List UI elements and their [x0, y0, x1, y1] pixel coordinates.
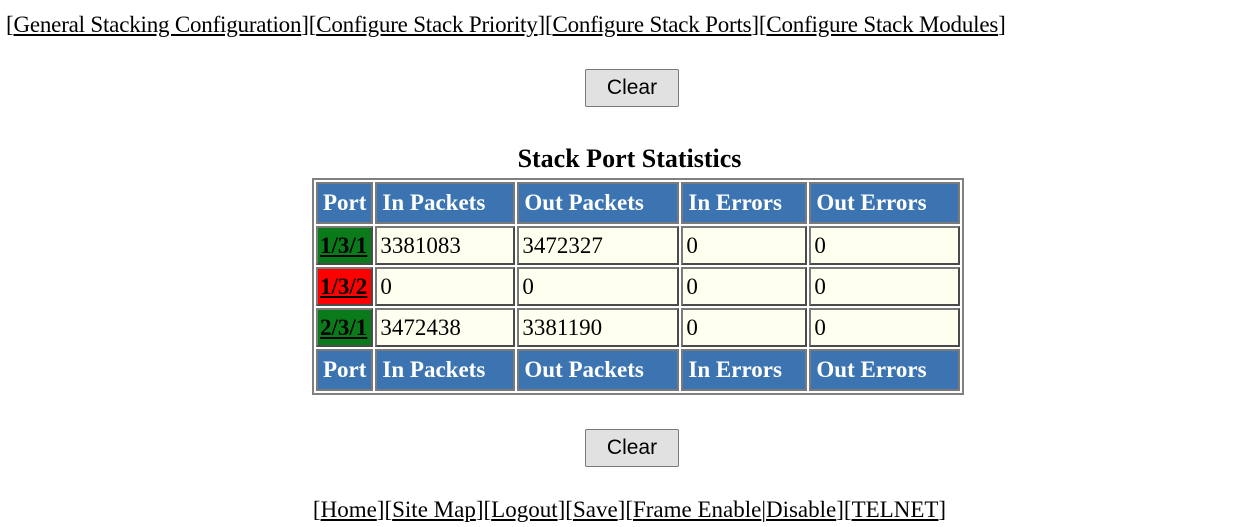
configure-stack-priority-link[interactable]: Configure Stack Priority [316, 12, 538, 37]
table-row: 1/3/1 3381083 3472327 0 0 [316, 226, 961, 265]
port-link[interactable]: 1/3/1 [320, 233, 367, 258]
header-in-packets: In Packets [375, 182, 516, 224]
header-out-errors: Out Errors [809, 182, 961, 224]
bottom-nav: [Home][Site Map][Logout][Save][Frame Ena… [312, 497, 947, 522]
table-row: 1/3/2 0 0 0 0 [316, 267, 961, 306]
in-errors-cell: 0 [681, 267, 808, 306]
site-map-link[interactable]: Site Map [392, 497, 476, 522]
table-row: 2/3/1 3472438 3381190 0 0 [316, 308, 961, 347]
port-link[interactable]: 2/3/1 [320, 315, 367, 340]
footer-in-errors: In Errors [681, 349, 808, 391]
save-link[interactable]: Save [573, 497, 618, 522]
out-errors-cell: 0 [809, 308, 961, 347]
clear-button-bottom[interactable]: Clear [585, 429, 679, 467]
in-errors-cell: 0 [681, 308, 808, 347]
port-link[interactable]: 1/3/2 [320, 274, 367, 299]
header-out-packets: Out Packets [517, 182, 680, 224]
frame-disable-link[interactable]: Disable [766, 497, 836, 522]
header-in-errors: In Errors [681, 182, 808, 224]
out-errors-cell: 0 [809, 267, 961, 306]
footer-port: Port [316, 349, 374, 391]
table-footer-row: Port In Packets Out Packets In Errors Ou… [316, 349, 961, 391]
stacking-nav: [General Stacking Configuration][Configu… [6, 12, 1006, 37]
port-cell: 2/3/1 [316, 308, 374, 347]
telnet-link[interactable]: TELNET [852, 497, 939, 522]
table-title: Stack Port Statistics [517, 144, 742, 173]
out-packets-cell: 3472327 [517, 226, 680, 265]
out-packets-cell: 3381190 [517, 308, 680, 347]
configure-stack-modules-link[interactable]: Configure Stack Modules [766, 12, 998, 37]
port-cell: 1/3/2 [316, 267, 374, 306]
general-stacking-config-link[interactable]: General Stacking Configuration [13, 12, 301, 37]
out-packets-cell: 0 [517, 267, 680, 306]
logout-link[interactable]: Logout [491, 497, 557, 522]
footer-out-packets: Out Packets [517, 349, 680, 391]
home-link[interactable]: Home [321, 497, 377, 522]
header-port: Port [316, 182, 374, 224]
in-packets-cell: 3472438 [375, 308, 516, 347]
footer-in-packets: In Packets [375, 349, 516, 391]
clear-button-top[interactable]: Clear [585, 69, 679, 107]
table-header-row: Port In Packets Out Packets In Errors Ou… [316, 182, 961, 224]
stack-port-statistics-table: Port In Packets Out Packets In Errors Ou… [312, 178, 965, 395]
frame-enable-link[interactable]: Frame Enable [633, 497, 761, 522]
in-packets-cell: 3381083 [375, 226, 516, 265]
port-cell: 1/3/1 [316, 226, 374, 265]
configure-stack-ports-link[interactable]: Configure Stack Ports [552, 12, 751, 37]
out-errors-cell: 0 [809, 226, 961, 265]
footer-out-errors: Out Errors [809, 349, 961, 391]
in-packets-cell: 0 [375, 267, 516, 306]
in-errors-cell: 0 [681, 226, 808, 265]
